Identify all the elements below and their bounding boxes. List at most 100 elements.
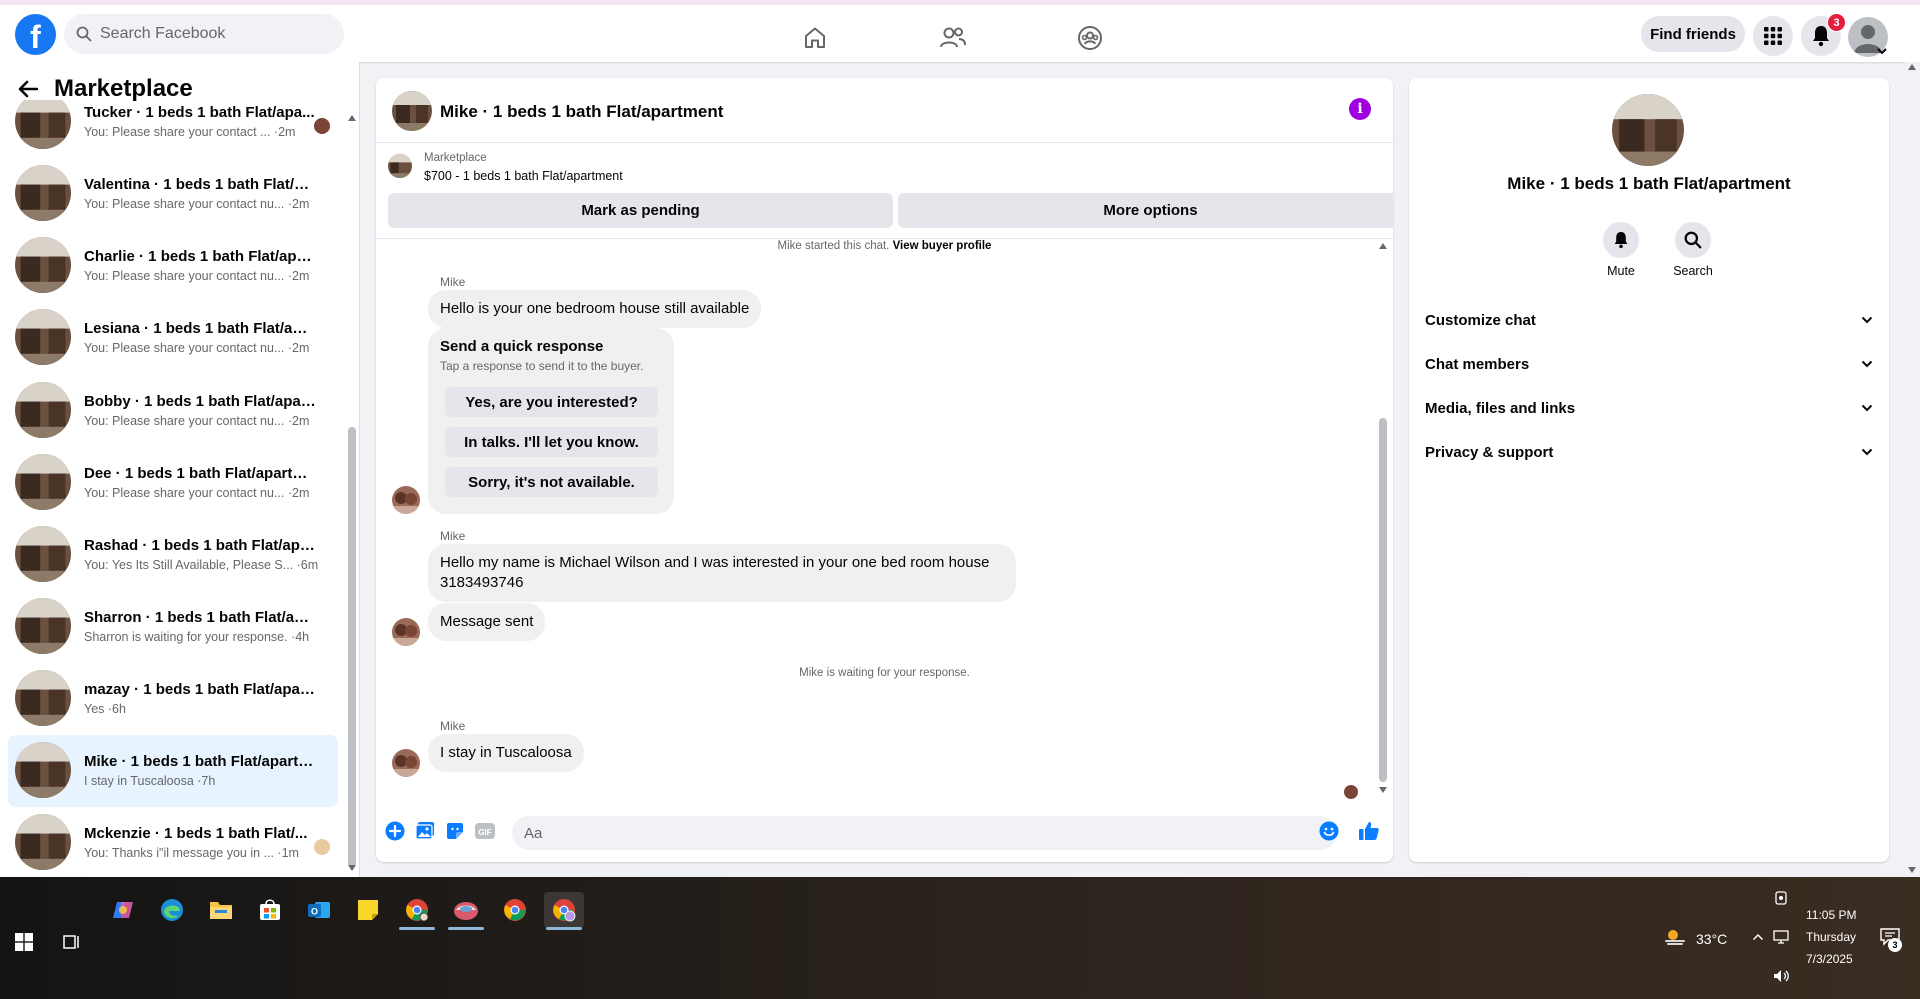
chat-title[interactable]: Mike · 1 beds 1 bath Flat/apartment: [440, 102, 723, 122]
notification-badge: 3: [1827, 13, 1846, 32]
listing-photo[interactable]: [1612, 94, 1684, 166]
back-arrow-icon[interactable]: [18, 80, 38, 98]
sender-avatar[interactable]: [392, 486, 420, 514]
file-explorer-icon[interactable]: [201, 892, 241, 928]
search-bar[interactable]: [64, 14, 344, 54]
page-scroll-up-icon[interactable]: [1908, 64, 1916, 70]
customize-chat-row[interactable]: Customize chat: [1425, 302, 1873, 338]
copilot-icon[interactable]: [103, 892, 143, 928]
weather-icon[interactable]: [1664, 927, 1686, 947]
conversation-item[interactable]: Sharron · 1 beds 1 bath Flat/apar... Shar…: [8, 591, 338, 663]
thread-scrollbar[interactable]: [1379, 418, 1387, 782]
thread-scroll-down-icon[interactable]: [1379, 787, 1387, 793]
sender-name: Mike: [440, 275, 466, 289]
scroll-down-arrow-icon[interactable]: [348, 865, 356, 871]
clock-day[interactable]: Thursday: [1806, 930, 1856, 944]
friends-icon[interactable]: [938, 23, 968, 53]
message-bubble[interactable]: Hello is your one bedroom house still av…: [428, 290, 762, 328]
search-action[interactable]: Search: [1663, 222, 1723, 278]
chat-started-notice: Mike started this chat. View buyer profi…: [777, 240, 992, 252]
find-friends-button[interactable]: Find friends: [1641, 16, 1745, 52]
view-buyer-profile-link[interactable]: View buyer profile: [893, 240, 992, 252]
home-icon[interactable]: [800, 23, 830, 53]
message-composer: GIF: [376, 808, 1393, 862]
chrome-icon[interactable]: [495, 892, 535, 928]
chevron-down-icon[interactable]: [1876, 47, 1888, 55]
sender-avatar[interactable]: [392, 618, 420, 646]
conversation-item[interactable]: Dee · 1 beds 1 bath Flat/apartment You: P…: [8, 447, 338, 519]
task-view-icon[interactable]: [52, 924, 92, 960]
speaker-icon[interactable]: [1772, 968, 1790, 984]
chrome-profile-b-icon[interactable]: [446, 892, 486, 930]
quick-reply-in-talks-button[interactable]: In talks. I'll let you know.: [445, 427, 658, 457]
sidebar-title: Marketplace: [54, 75, 193, 102]
listing-thumbnail: [15, 526, 71, 582]
groups-icon[interactable]: [1075, 23, 1105, 53]
chevron-down-icon: [1861, 404, 1873, 412]
listing-thumbnail: [15, 237, 71, 293]
temperature-label[interactable]: 33°C: [1696, 931, 1727, 947]
outlook-icon[interactable]: O: [299, 892, 339, 928]
conversation-name: Tucker · 1 beds 1 bath Flat/apa...: [84, 104, 315, 121]
tray-notification-badge: 3: [1888, 938, 1902, 952]
edge-icon[interactable]: [152, 892, 192, 928]
listing-thumbnail[interactable]: [392, 91, 432, 131]
page-scrollbar[interactable]: [1905, 62, 1920, 877]
gif-icon[interactable]: GIF: [474, 820, 496, 842]
message-thread: Mike started this chat. View buyer profi…: [376, 238, 1393, 799]
media-files-links-row[interactable]: Media, files and links: [1425, 390, 1873, 426]
conversation-name: Rashad · 1 beds 1 bath Flat/apart...: [84, 537, 316, 554]
photo-icon[interactable]: [414, 820, 436, 842]
windows-taskbar: O 33°C 11:05 PM Thursday 7/3/2025 3: [0, 877, 1920, 999]
privacy-support-row[interactable]: Privacy & support: [1425, 434, 1873, 470]
menu-grid-button[interactable]: [1753, 16, 1793, 56]
page-scroll-down-icon[interactable]: [1908, 867, 1916, 873]
emoji-icon[interactable]: [1318, 820, 1340, 842]
clock-time[interactable]: 11:05 PM: [1806, 908, 1856, 922]
conversation-item[interactable]: Mike · 1 beds 1 bath Flat/apartm... I sta…: [8, 735, 338, 807]
conversation-item[interactable]: Mckenzie · 1 beds 1 bath Flat/... You: Th…: [8, 807, 338, 870]
listing-thumbnail: [15, 454, 71, 510]
message-bubble[interactable]: I stay in Tuscaloosa: [428, 734, 584, 772]
conversation-item[interactable]: Bobby · 1 beds 1 bath Flat/apart... You: …: [8, 375, 338, 447]
chat-members-row[interactable]: Chat members: [1425, 346, 1873, 382]
more-options-button[interactable]: More options: [898, 193, 1393, 228]
message-bubble[interactable]: Message sent: [428, 603, 546, 641]
plus-icon[interactable]: [384, 820, 406, 842]
microsoft-store-icon[interactable]: [250, 892, 290, 928]
chevron-down-icon: [1861, 360, 1873, 368]
search-icon: [76, 26, 92, 42]
conversation-item[interactable]: Charlie · 1 beds 1 bath Flat/apart... You…: [8, 230, 338, 302]
conversation-item[interactable]: Rashad · 1 beds 1 bath Flat/apart... You:…: [8, 519, 338, 591]
search-input[interactable]: [100, 25, 320, 43]
conversation-item[interactable]: Valentina · 1 beds 1 bath Flat/ap... You:…: [8, 158, 338, 230]
quick-reply-yes-button[interactable]: Yes, are you interested?: [445, 387, 658, 417]
sidebar-scrollbar[interactable]: [348, 427, 356, 867]
chrome-profile-a-icon[interactable]: [397, 892, 437, 930]
conversation-item[interactable]: Tucker · 1 beds 1 bath Flat/apa... You: P…: [8, 100, 338, 158]
quick-response-subtitle: Tap a response to send it to the buyer.: [440, 359, 644, 373]
info-icon[interactable]: i: [1349, 98, 1371, 120]
sticker-icon[interactable]: [444, 820, 466, 842]
message-bubble[interactable]: Hello my name is Michael Wilson and I wa…: [428, 544, 1016, 602]
chevron-down-icon: [1861, 448, 1873, 456]
message-input[interactable]: [512, 816, 1337, 850]
mute-action[interactable]: Mute: [1591, 222, 1651, 278]
conversation-item[interactable]: Lesiana · 1 beds 1 bath Flat/apart... You…: [8, 302, 338, 374]
meet-now-icon[interactable]: [1774, 891, 1788, 905]
sender-avatar[interactable]: [392, 749, 420, 777]
listing-thumbnail: [15, 100, 71, 149]
quick-reply-not-available-button[interactable]: Sorry, it's not available.: [445, 467, 658, 497]
facebook-logo[interactable]: f: [15, 14, 56, 55]
chevron-up-icon[interactable]: [1752, 933, 1764, 941]
mark-as-pending-button[interactable]: Mark as pending: [388, 193, 893, 228]
thumbs-up-icon[interactable]: [1358, 820, 1380, 842]
thread-scroll-up-icon[interactable]: [1379, 243, 1387, 249]
windows-start-icon[interactable]: [4, 924, 44, 960]
scroll-up-arrow-icon[interactable]: [348, 115, 356, 121]
network-icon[interactable]: [1772, 929, 1790, 945]
chrome-profile-c-icon[interactable]: [544, 892, 584, 930]
conversation-item[interactable]: mazay · 1 beds 1 bath Flat/apart... Yes ·…: [8, 663, 338, 735]
sticky-notes-icon[interactable]: [348, 892, 388, 928]
clock-date[interactable]: 7/3/2025: [1806, 952, 1853, 966]
